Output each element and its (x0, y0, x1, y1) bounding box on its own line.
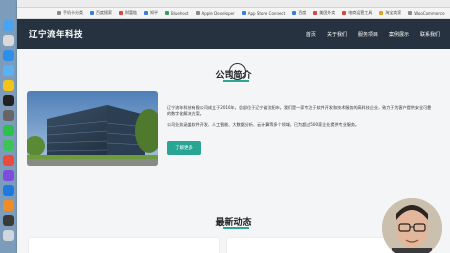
app-icon[interactable] (3, 200, 14, 211)
trash-icon[interactable] (3, 230, 14, 241)
bookmark-item[interactable]: 美团外卖 (313, 10, 335, 16)
bookmark-item[interactable]: 电商运营工具 (342, 10, 372, 16)
bookmark-item[interactable]: 知乎 (144, 10, 158, 16)
app-icon[interactable] (3, 185, 14, 196)
bookmark-label: 百度搜索 (96, 10, 112, 15)
bookmark-label: Apple Developer (201, 10, 235, 16)
launchpad-icon[interactable] (3, 35, 14, 46)
app-icon[interactable] (3, 155, 14, 166)
bookmark-label: WooCommerce (414, 10, 445, 16)
bookmark-favicon-icon (313, 11, 318, 15)
bookmark-item[interactable]: 百度 (292, 10, 306, 16)
app-icon[interactable] (3, 110, 14, 121)
bookmark-label: 淘宝卖家 (385, 10, 402, 15)
bookmark-item[interactable]: 手机卡分类 (57, 10, 83, 16)
bookmark-item[interactable]: WooCommerce (408, 10, 445, 16)
app-icon[interactable] (3, 170, 14, 181)
learn-more-button[interactable]: 了解更多 (167, 141, 201, 155)
bookmark-item[interactable]: 淘宝卖家 (379, 10, 401, 16)
bookmark-item[interactable]: Bluehost (165, 11, 189, 16)
bookmark-label: App Store Connect (247, 10, 286, 16)
bookmark-item[interactable]: 百度搜索 (90, 10, 112, 16)
bookmark-label: 美团外卖 (319, 10, 336, 15)
bookmark-label: Bluehost (171, 10, 189, 16)
messages-icon[interactable] (3, 140, 14, 151)
app-icon[interactable] (3, 215, 14, 226)
nav-home[interactable]: 首页 (306, 31, 316, 38)
bookmark-favicon-icon (57, 11, 61, 15)
bookmark-label: 手机卡分类 (63, 10, 83, 15)
bookmark-favicon-icon (342, 11, 347, 15)
site-header: 辽宁流年科技 首页 关于我们 服务项目 案例展示 联系我们 (17, 19, 450, 49)
title-underline (223, 80, 249, 82)
cursor-highlight-ring (229, 63, 246, 80)
nav-about[interactable]: 关于我们 (327, 31, 347, 38)
bookmark-favicon-icon (144, 11, 148, 15)
news-card[interactable] (29, 238, 219, 253)
nav-contact[interactable]: 联系我们 (420, 31, 440, 38)
about-paragraph: 公司业务涵盖软件开发、人工智能、大数据分析、云计算等多个领域，已为超过500家企… (167, 121, 360, 127)
bookmark-favicon-icon (292, 11, 297, 15)
nav-services[interactable]: 服务项目 (358, 31, 378, 38)
bookmark-favicon-icon (379, 11, 384, 15)
terminal-icon[interactable] (3, 95, 14, 106)
bookmark-favicon-icon (90, 11, 94, 15)
news-card[interactable] (227, 238, 392, 253)
bookmark-favicon-icon (165, 11, 169, 15)
chrome-icon[interactable] (3, 80, 14, 91)
webcam-overlay (382, 198, 442, 253)
bookmark-label: 财富链 (125, 10, 137, 15)
main-nav: 首页 关于我们 服务项目 案例展示 联系我们 (306, 31, 440, 38)
bookmark-favicon-icon (195, 11, 200, 15)
office-building-image (27, 91, 158, 166)
bookmark-favicon-icon (119, 11, 123, 15)
bookmark-favicon-icon (241, 11, 246, 15)
bookmark-item[interactable]: Apple Developer (195, 10, 235, 16)
about-paragraph: 辽宁流年科技有限公司成立于2016年，总部位于辽宁省沈阳市。我们是一家专注于软件… (167, 105, 432, 117)
wechat-icon[interactable] (3, 125, 14, 136)
bookmark-label: 知乎 (150, 10, 158, 15)
mail-icon[interactable] (3, 65, 14, 76)
bookmark-item[interactable]: 财富链 (119, 10, 137, 16)
bookmark-label: 电商运营工具 (348, 10, 373, 15)
macos-dock (0, 0, 17, 253)
about-text: 辽宁流年科技有限公司成立于2016年，总部位于辽宁省沈阳市。我们是一家专注于软件… (167, 105, 435, 132)
title-underline (223, 227, 249, 229)
bookmarks-bar: 手机卡分类 百度搜索 财富链 知乎 Bluehost Apple Developer App… (17, 8, 450, 19)
bookmark-label: 百度 (298, 10, 307, 15)
browser-toolbar (17, 0, 450, 8)
bookmark-item[interactable]: App Store Connect (241, 10, 286, 16)
bookmark-favicon-icon (408, 11, 413, 15)
nav-cases[interactable]: 案例展示 (389, 31, 409, 38)
finder-icon[interactable] (3, 20, 14, 31)
site-logo[interactable]: 辽宁流年科技 (29, 28, 83, 40)
safari-icon[interactable] (3, 50, 14, 61)
